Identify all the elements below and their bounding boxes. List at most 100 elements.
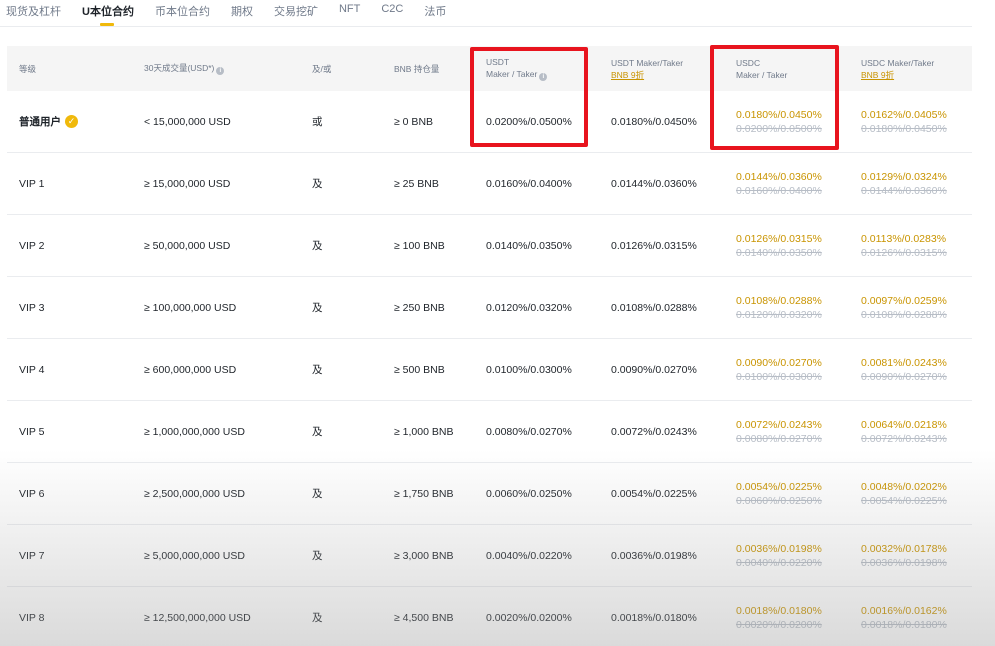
cell-usdc-bnb-fee: 0.0097%/0.0259% 0.0108%/0.0288% <box>861 277 947 338</box>
cell-volume: ≥ 1,000,000,000 USD <box>144 425 245 438</box>
fee-table: 等级 30天成交量(USD*) i 及/或 BNB 持仓量 USDT Maker … <box>7 46 972 646</box>
cell-usdt-bnb-fee: 0.0108%/0.0288% <box>611 301 697 314</box>
cell-and-or: 及 <box>312 488 323 500</box>
discounted-fee: 0.0162%/0.0405% <box>861 108 947 121</box>
cell-usdc-fee: 0.0126%/0.0315% 0.0140%/0.0350% <box>736 215 822 276</box>
original-fee: 0.0140%/0.0350% <box>736 246 822 259</box>
level-label: VIP 8 <box>19 611 45 624</box>
cell-and-or: 及 <box>312 426 323 438</box>
original-fee: 0.0060%/0.0250% <box>736 494 822 507</box>
tab-fiat[interactable]: 法币 <box>424 3 446 27</box>
cell-usdc-fee: 0.0054%/0.0225% 0.0060%/0.0250% <box>736 463 822 524</box>
bnb-discount-link[interactable]: BNB 9折 <box>861 69 934 81</box>
cell-bnb-balance: ≥ 500 BNB <box>394 363 445 376</box>
cell-usdt-bnb-fee: 0.0180%/0.0450% <box>611 115 697 128</box>
cell-usdc-bnb-fee: 0.0129%/0.0324% 0.0144%/0.0360% <box>861 153 947 214</box>
original-fee: 0.0100%/0.0300% <box>736 370 822 383</box>
cell-usdc-bnb-fee: 0.0032%/0.0178% 0.0036%/0.0198% <box>861 525 947 586</box>
table-header: 等级 30天成交量(USD*) i 及/或 BNB 持仓量 USDT Maker … <box>7 46 972 91</box>
original-fee: 0.0108%/0.0288% <box>861 308 947 321</box>
discounted-fee: 0.0032%/0.0178% <box>861 542 947 555</box>
header-bnb-balance: BNB 持仓量 <box>394 63 440 74</box>
header-level: 等级 <box>19 63 37 74</box>
original-fee: 0.0200%/0.0500% <box>736 122 822 135</box>
tab-coinm-futures[interactable]: 币本位合约 <box>155 3 210 27</box>
cell-usdc-fee: 0.0036%/0.0198% 0.0040%/0.0220% <box>736 525 822 586</box>
cell-and-or: 或 <box>312 116 323 128</box>
header-usdc-bnb-discount: USDC Maker/Taker BNB 9折 <box>861 57 935 81</box>
header-volume: 30天成交量(USD*) i <box>144 46 225 91</box>
cell-usdt-fee: 0.0060%/0.0250% <box>486 487 572 500</box>
cell-usdt-fee: 0.0120%/0.0320% <box>486 301 572 314</box>
cell-and-or: 及 <box>312 302 323 314</box>
cell-and-or: 及 <box>312 240 323 252</box>
check-icon: ✓ <box>65 115 78 128</box>
level-label: VIP 3 <box>19 301 45 314</box>
cell-volume: ≥ 600,000,000 USD <box>144 363 237 376</box>
tab-trading-mining[interactable]: 交易挖矿 <box>274 3 318 27</box>
cell-usdt-bnb-fee: 0.0144%/0.0360% <box>611 177 697 190</box>
discounted-fee: 0.0018%/0.0180% <box>736 604 822 617</box>
info-icon[interactable]: i <box>216 67 225 75</box>
header-usdt-maker-taker: USDT Maker / Taker i <box>486 46 548 91</box>
cell-bnb-balance: ≥ 1,000 BNB <box>394 425 454 438</box>
discounted-fee: 0.0048%/0.0202% <box>861 480 947 493</box>
cell-bnb-balance: ≥ 1,750 BNB <box>394 487 454 500</box>
level-label: VIP 2 <box>19 239 45 252</box>
cell-level: VIP 3 <box>19 277 45 338</box>
tab-spot-margin[interactable]: 现货及杠杆 <box>6 3 61 27</box>
cell-level: VIP 8 <box>19 587 45 646</box>
cell-level: VIP 1 <box>19 153 45 214</box>
table-row: VIP 1 ≥ 15,000,000 USD 及 ≥ 25 BNB 0.0160%/0.… <box>7 153 972 215</box>
cell-usdt-bnb-fee: 0.0054%/0.0225% <box>611 487 697 500</box>
level-label: VIP 1 <box>19 177 45 190</box>
cell-usdc-fee: 0.0018%/0.0180% 0.0020%/0.0200% <box>736 587 822 646</box>
original-fee: 0.0054%/0.0225% <box>861 494 947 507</box>
cell-usdt-bnb-fee: 0.0072%/0.0243% <box>611 425 697 438</box>
original-fee: 0.0020%/0.0200% <box>736 618 822 631</box>
cell-level: VIP 6 <box>19 463 45 524</box>
cell-bnb-balance: ≥ 250 BNB <box>394 301 445 314</box>
cell-level: VIP 2 <box>19 215 45 276</box>
original-fee: 0.0180%/0.0450% <box>861 122 947 135</box>
table-row: VIP 4 ≥ 600,000,000 USD 及 ≥ 500 BNB 0.0100%/… <box>7 339 972 401</box>
cell-bnb-balance: ≥ 3,000 BNB <box>394 549 454 562</box>
discounted-fee: 0.0129%/0.0324% <box>861 170 947 183</box>
tab-c2c[interactable]: C2C <box>381 3 403 27</box>
discounted-fee: 0.0113%/0.0283% <box>861 232 947 245</box>
original-fee: 0.0126%/0.0315% <box>861 246 947 259</box>
discounted-fee: 0.0036%/0.0198% <box>736 542 822 555</box>
discounted-fee: 0.0090%/0.0270% <box>736 356 822 369</box>
tab-usdm-futures[interactable]: U本位合约 <box>82 3 134 27</box>
header-usdc-maker-taker: USDC Maker / Taker <box>736 57 788 80</box>
level-label: VIP 5 <box>19 425 45 438</box>
table-row: VIP 3 ≥ 100,000,000 USD 及 ≥ 250 BNB 0.0120%/… <box>7 277 972 339</box>
tab-options[interactable]: 期权 <box>231 3 253 27</box>
cell-usdc-bnb-fee: 0.0113%/0.0283% 0.0126%/0.0315% <box>861 215 947 276</box>
original-fee: 0.0144%/0.0360% <box>861 184 947 197</box>
cell-usdc-fee: 0.0090%/0.0270% 0.0100%/0.0300% <box>736 339 822 400</box>
cell-usdt-fee: 0.0140%/0.0350% <box>486 239 572 252</box>
cell-usdt-fee: 0.0020%/0.0200% <box>486 611 572 624</box>
tab-nft[interactable]: NFT <box>339 3 360 27</box>
cell-volume: ≥ 12,500,000,000 USD <box>144 611 251 624</box>
cell-volume: < 15,000,000 USD <box>144 115 231 128</box>
cell-usdt-bnb-fee: 0.0018%/0.0180% <box>611 611 697 624</box>
level-label: VIP 6 <box>19 487 45 500</box>
cell-and-or: 及 <box>312 178 323 190</box>
cell-usdc-fee: 0.0144%/0.0360% 0.0160%/0.0400% <box>736 153 822 214</box>
header-and-or: 及/或 <box>312 63 332 74</box>
cell-usdc-fee: 0.0180%/0.0450% 0.0200%/0.0500% <box>736 91 822 152</box>
discounted-fee: 0.0180%/0.0450% <box>736 108 822 121</box>
table-row: VIP 8 ≥ 12,500,000,000 USD 及 ≥ 4,500 BNB 0.0… <box>7 587 972 646</box>
cell-and-or: 及 <box>312 364 323 376</box>
cell-bnb-balance: ≥ 100 BNB <box>394 239 445 252</box>
cell-and-or: 及 <box>312 612 323 624</box>
table-row: VIP 5 ≥ 1,000,000,000 USD 及 ≥ 1,000 BNB 0.00… <box>7 401 972 463</box>
bnb-discount-link[interactable]: BNB 9折 <box>611 69 683 81</box>
cell-level: VIP 4 <box>19 339 45 400</box>
cell-usdc-bnb-fee: 0.0162%/0.0405% 0.0180%/0.0450% <box>861 91 947 152</box>
product-tabs: 现货及杠杆 U本位合约 币本位合约 期权 交易挖矿 NFT C2C 法币 <box>0 0 972 27</box>
info-icon[interactable]: i <box>539 73 548 81</box>
cell-usdt-bnb-fee: 0.0090%/0.0270% <box>611 363 697 376</box>
